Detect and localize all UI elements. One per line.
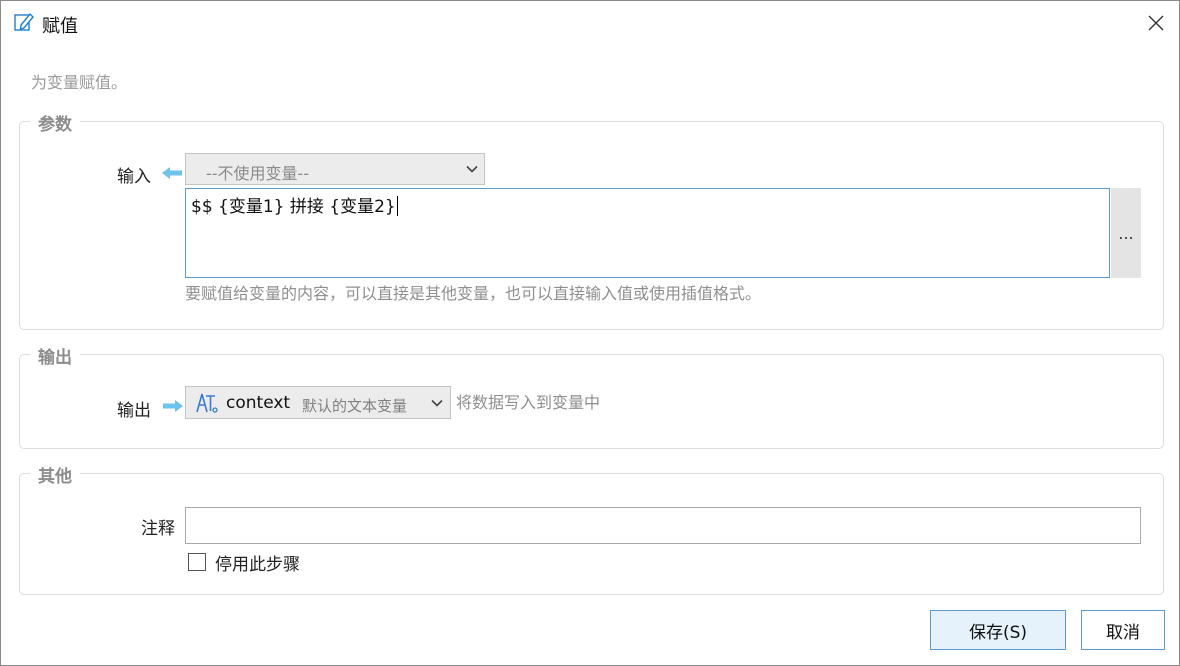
output-variable-name: context xyxy=(226,393,291,413)
dialog-description: 为变量赋值。 xyxy=(31,73,128,92)
other-group-title: 其他 xyxy=(30,462,80,487)
edit-icon xyxy=(13,11,35,33)
input-variable-value: --不使用变量-- xyxy=(206,164,310,183)
input-hint: 要赋值给变量的内容，可以直接是其他变量，也可以直接输入值或使用插值格式。 xyxy=(185,284,762,303)
output-group-title: 输出 xyxy=(30,343,80,368)
expression-text: $$ {变量1} 拼接 {变量2} xyxy=(191,197,396,217)
disable-step-label[interactable]: 停用此步骤 xyxy=(215,550,300,575)
close-button[interactable] xyxy=(1139,7,1173,39)
chevron-down-icon xyxy=(466,165,478,173)
input-label: 输入 xyxy=(117,167,151,187)
output-variable-description: 默认的文本变量 xyxy=(302,397,408,415)
close-icon xyxy=(1148,15,1164,31)
arrow-left-icon xyxy=(162,167,182,179)
text-caret xyxy=(396,196,398,216)
dialog-title: 赋值 xyxy=(42,16,78,37)
input-variable-select[interactable]: --不使用变量-- xyxy=(185,153,485,185)
output-variable-select[interactable]: context 默认的文本变量 xyxy=(185,386,451,419)
chevron-down-icon xyxy=(431,399,443,407)
expression-input[interactable]: $$ {变量1} 拼接 {变量2} xyxy=(185,188,1110,278)
text-variable-icon xyxy=(196,393,218,413)
comment-input[interactable] xyxy=(185,507,1141,544)
output-label: 输出 xyxy=(117,401,151,421)
output-hint: 将数据写入到变量中 xyxy=(456,393,601,412)
comment-label: 注释 xyxy=(141,519,175,539)
arrow-right-icon xyxy=(163,400,183,412)
expression-more-button[interactable]: ... xyxy=(1111,188,1141,278)
assign-dialog: 赋值 为变量赋值。 参数 输入 --不使用变量-- $$ {变量1} 拼接 {变… xyxy=(0,0,1180,666)
params-group-title: 参数 xyxy=(30,110,80,135)
cancel-button[interactable]: 取消 xyxy=(1081,610,1165,650)
save-button[interactable]: 保存(S) xyxy=(930,610,1066,650)
disable-step-checkbox[interactable] xyxy=(188,553,206,571)
